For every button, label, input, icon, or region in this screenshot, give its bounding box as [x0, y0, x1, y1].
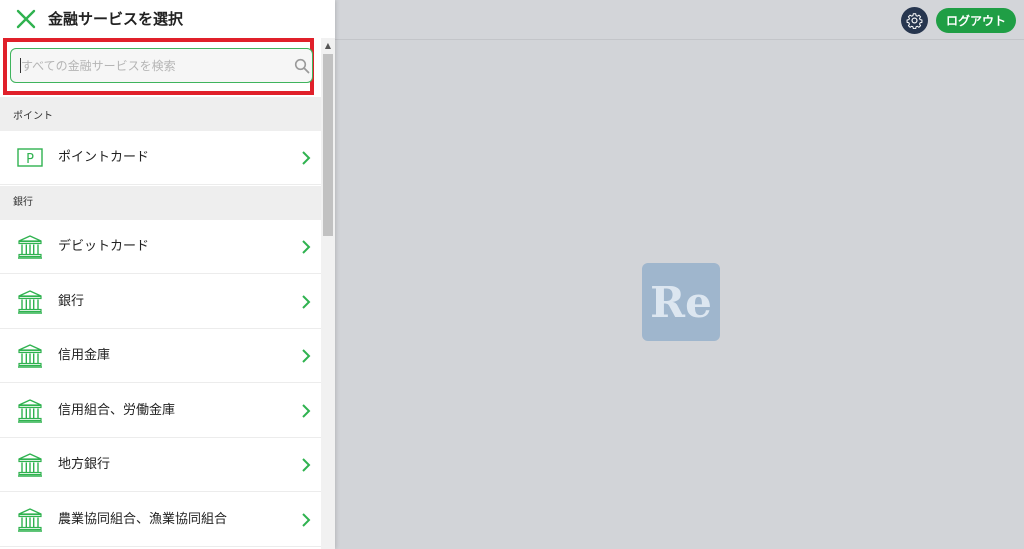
search-icon[interactable] [294, 58, 310, 74]
list-item-bank-type[interactable]: 農業協同組合、漁業協同組合 [0, 493, 321, 547]
app-logo: Re [642, 263, 720, 341]
bank-icon [18, 508, 42, 532]
chevron-right-icon [302, 404, 311, 418]
list-item-label: 信用組合、労働金庫 [58, 402, 176, 418]
panel-header: 金融サービスを選択 [0, 0, 335, 38]
scroll-up-arrow-icon[interactable]: ▲ [321, 38, 335, 52]
chevron-right-icon [302, 240, 311, 254]
list-item-point-card[interactable]: P ポイントカード [0, 131, 321, 185]
bank-icon [18, 399, 42, 423]
bank-icon [18, 235, 42, 259]
list-item-label: ポイントカード [58, 150, 150, 165]
list-item-bank-type[interactable]: デビットカード [0, 220, 321, 274]
close-icon[interactable] [16, 9, 36, 29]
chevron-right-icon [302, 294, 311, 309]
list-item-label: 信用金庫 [58, 348, 111, 364]
list-item-label: 地方銀行 [58, 457, 111, 473]
search-input[interactable] [21, 49, 281, 82]
svg-text:P: P [26, 152, 34, 167]
service-select-panel: 金融サービスを選択 ポイント P ポイントカード 銀行 デビットカード銀 [0, 0, 335, 549]
settings-button[interactable] [901, 7, 928, 34]
scrollbar-thumb[interactable] [323, 54, 333, 236]
list-item-bank-type[interactable]: 地方銀行 [0, 438, 321, 493]
service-list: ポイント P ポイントカード 銀行 デビットカード銀行信用金庫信用組合、労働金庫… [0, 38, 321, 549]
logout-button[interactable]: ログアウト [936, 8, 1016, 33]
scrollbar[interactable]: ▲ [321, 38, 335, 549]
list-item-label: 農業協同組合、漁業協同組合 [58, 512, 228, 527]
list-item-label: 銀行 [58, 293, 85, 309]
gear-icon [906, 13, 923, 29]
section-header-points: ポイント [0, 97, 321, 131]
list-item-bank-type[interactable]: 銀行 [0, 274, 321, 329]
bank-icon [18, 289, 42, 314]
section-header-banks: 銀行 [0, 186, 321, 220]
list-item-bank-type[interactable]: 信用金庫 [0, 329, 321, 384]
list-item-label: デビットカード [58, 239, 150, 254]
panel-title: 金融サービスを選択 [48, 10, 184, 28]
chevron-right-icon [302, 513, 311, 527]
list-item-bank-type[interactable]: 信用組合、労働金庫 [0, 383, 321, 438]
point-card-icon: P [17, 148, 43, 167]
chevron-right-icon [302, 349, 311, 363]
search-box[interactable] [10, 48, 313, 83]
bank-icon [18, 344, 42, 368]
chevron-right-icon [302, 151, 311, 165]
chevron-right-icon [302, 458, 311, 473]
bank-icon [18, 453, 42, 478]
